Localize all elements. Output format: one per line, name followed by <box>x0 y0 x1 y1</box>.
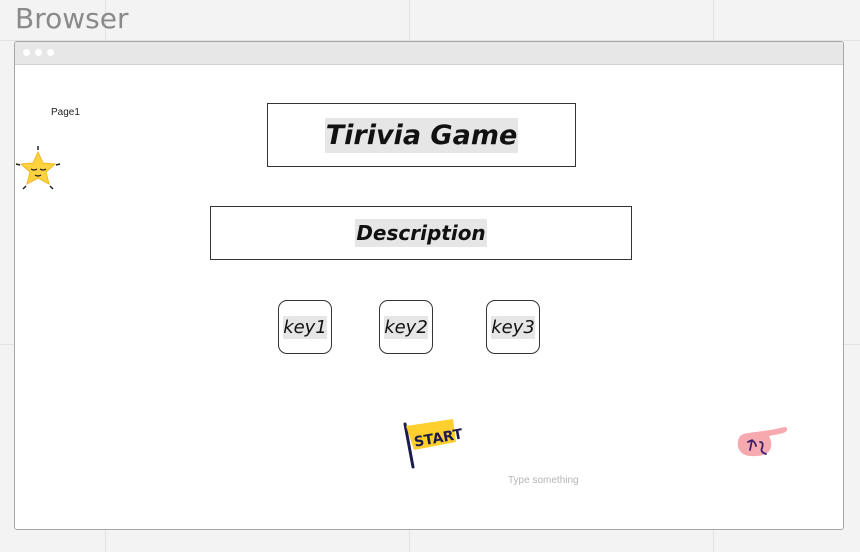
key-label: key1 <box>283 315 327 339</box>
game-title: Tirivia Game <box>324 117 519 153</box>
window-dot-icon <box>23 49 30 56</box>
key3-button[interactable]: key3 <box>486 300 540 354</box>
window-dot-icon <box>35 49 42 56</box>
description-box: Description <box>210 206 632 260</box>
browser-titlebar <box>15 42 843 65</box>
description-text: Description <box>355 219 487 247</box>
key-label: key2 <box>384 315 428 339</box>
text-placeholder[interactable]: Type something <box>508 475 579 486</box>
page-label: Page1 <box>51 107 80 118</box>
star-face-icon <box>13 145 63 200</box>
key2-button[interactable]: key2 <box>379 300 433 354</box>
title-box: Tirivia Game <box>267 103 576 167</box>
canvas-frame-label: Browser <box>15 2 129 35</box>
window-dot-icon <box>47 49 54 56</box>
start-flag-icon: START <box>385 374 465 479</box>
pointing-hand-icon <box>718 390 798 485</box>
key1-button[interactable]: key1 <box>278 300 332 354</box>
key-label: key3 <box>491 315 535 339</box>
